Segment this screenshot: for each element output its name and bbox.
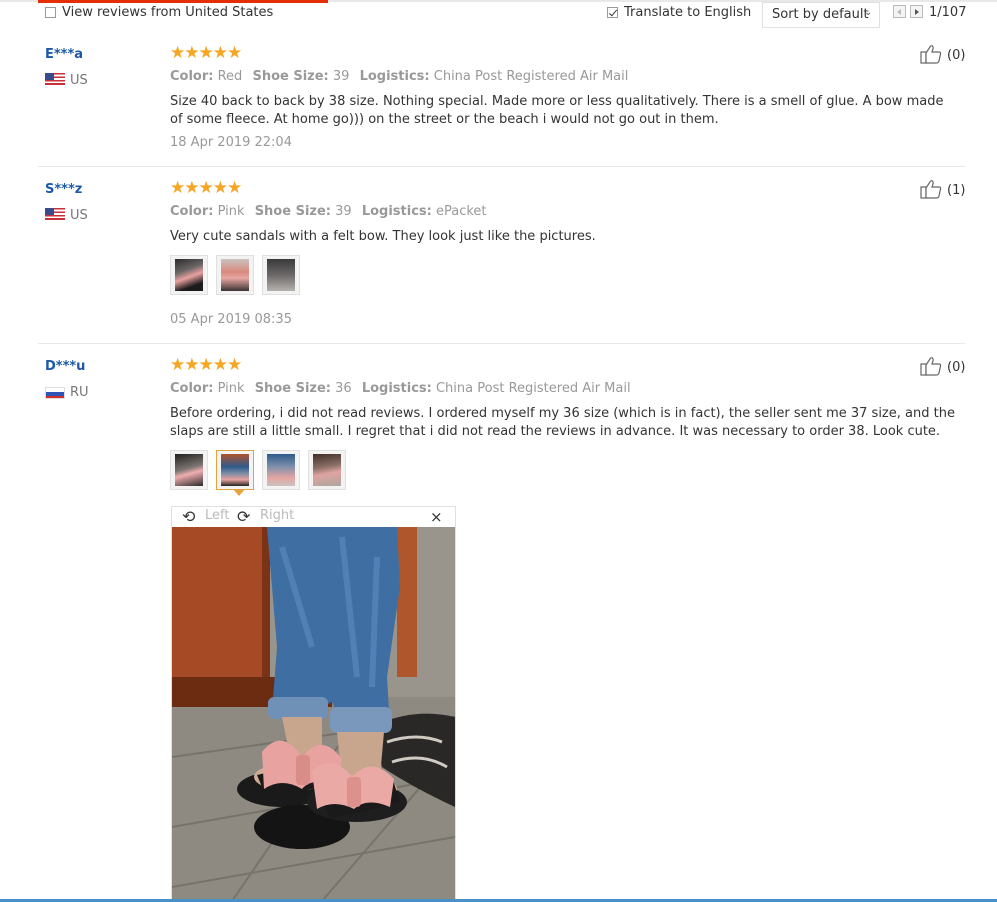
review-username: D***u: [45, 359, 86, 374]
review-text: Size 40 back to back by 38 size. Nothing…: [170, 94, 944, 127]
photo-viewer: ⟲ Left ⟳ Right ×: [171, 506, 456, 902]
country-filter-label[interactable]: View reviews from United States: [62, 5, 273, 20]
attr-label-color: Color:: [170, 381, 214, 396]
thumb-up-icon: [920, 357, 942, 376]
review-username: E***a: [45, 47, 84, 62]
us-flag-icon: [45, 208, 65, 220]
review-country: RU: [70, 385, 89, 400]
review-photo-large: [172, 527, 455, 901]
attr-value-color: Red: [217, 69, 243, 84]
attr-label-color: Color:: [170, 204, 214, 219]
thumb-up-icon: [920, 45, 942, 64]
country-filter-checkbox[interactable]: [45, 7, 56, 18]
helpful-button[interactable]: (0): [920, 356, 980, 380]
attr-label-logistics: Logistics:: [361, 204, 432, 219]
ru-flag-icon: [45, 387, 65, 399]
star-rating: ★★★★★: [170, 355, 242, 375]
review-photo-thumbnail[interactable]: [170, 255, 208, 295]
rotate-right-button[interactable]: Right: [260, 508, 294, 523]
us-flag-icon: [45, 73, 65, 85]
review-photo-list: [170, 450, 346, 490]
review-item: E***a US ★★★★★ Color: Red Shoe Size: 39 …: [38, 43, 965, 167]
review-attributes: Color: Pink Shoe Size: 39 Logistics: ePa…: [170, 204, 493, 219]
review-attributes: Color: Red Shoe Size: 39 Logistics: Chin…: [170, 69, 634, 84]
review-photo-list: [170, 255, 300, 295]
chevron-down-icon: ⌄: [864, 7, 873, 18]
review-date: 18 Apr 2019 22:04: [170, 135, 292, 150]
helpful-button[interactable]: (0): [920, 44, 980, 68]
attr-value-color: Pink: [217, 204, 245, 219]
attr-value-logistics: ePacket: [435, 204, 487, 219]
review-item: S***z US ★★★★★ Color: Pink Shoe Size: 39…: [38, 178, 965, 344]
review-date: 05 Apr 2019 08:35: [170, 312, 292, 327]
attr-label-size: Shoe Size:: [254, 204, 331, 219]
attr-label-logistics: Logistics:: [359, 69, 430, 84]
active-thumbnail-pointer: [233, 489, 245, 496]
review-text: Very cute sandals with a felt bow. They …: [170, 229, 596, 244]
helpful-count: (1): [947, 183, 966, 198]
review-toolbar: View reviews from United States Translat…: [0, 2, 997, 30]
review-text: Before ordering, i did not read reviews.…: [170, 406, 955, 439]
sort-dropdown-value: Sort by default: [772, 7, 869, 22]
attr-value-size: 39: [335, 204, 352, 219]
attr-label-size: Shoe Size:: [252, 69, 329, 84]
review-username: S***z: [45, 182, 83, 197]
review-photo-thumbnail[interactable]: [262, 255, 300, 295]
photo-viewer-toolbar: ⟲ Left ⟳ Right ×: [172, 507, 455, 527]
translate-checkbox[interactable]: [607, 7, 618, 18]
thumb-up-icon: [920, 180, 942, 199]
review-photo-thumbnail[interactable]: [262, 450, 300, 490]
review-photo-thumbnail[interactable]: [308, 450, 346, 490]
review-country: US: [70, 208, 88, 223]
review-photo-thumbnail-active[interactable]: [216, 450, 254, 490]
next-page-button[interactable]: [910, 5, 923, 18]
rotate-left-icon[interactable]: ⟲: [182, 507, 195, 526]
review-photo-thumbnail[interactable]: [216, 255, 254, 295]
translate-label[interactable]: Translate to English: [624, 5, 751, 20]
photo-viewer-image: [172, 527, 455, 901]
rotate-right-icon[interactable]: ⟳: [237, 507, 250, 526]
page-counter: 1/107: [929, 5, 967, 20]
review-photo-thumbnail[interactable]: [170, 450, 208, 490]
attr-value-size: 36: [335, 381, 352, 396]
attr-value-size: 39: [332, 69, 350, 84]
helpful-count: (0): [947, 48, 966, 63]
rotate-left-button[interactable]: Left: [205, 508, 229, 523]
attr-label-size: Shoe Size:: [254, 381, 331, 396]
attr-value-logistics: China Post Registered Air Mail: [435, 381, 631, 396]
helpful-count: (0): [947, 360, 966, 375]
attr-value-color: Pink: [217, 381, 245, 396]
star-rating: ★★★★★: [170, 43, 242, 63]
review-country: US: [70, 73, 88, 88]
attr-label-color: Color:: [170, 69, 214, 84]
review-attributes: Color: Pink Shoe Size: 36 Logistics: Chi…: [170, 381, 637, 396]
close-icon[interactable]: ×: [430, 508, 443, 526]
sort-dropdown[interactable]: Sort by default ⌄: [762, 2, 880, 28]
attr-label-logistics: Logistics:: [361, 381, 432, 396]
star-rating: ★★★★★: [170, 178, 242, 198]
attr-value-logistics: China Post Registered Air Mail: [433, 69, 629, 84]
helpful-button[interactable]: (1): [920, 179, 980, 203]
prev-page-button[interactable]: [893, 5, 906, 18]
